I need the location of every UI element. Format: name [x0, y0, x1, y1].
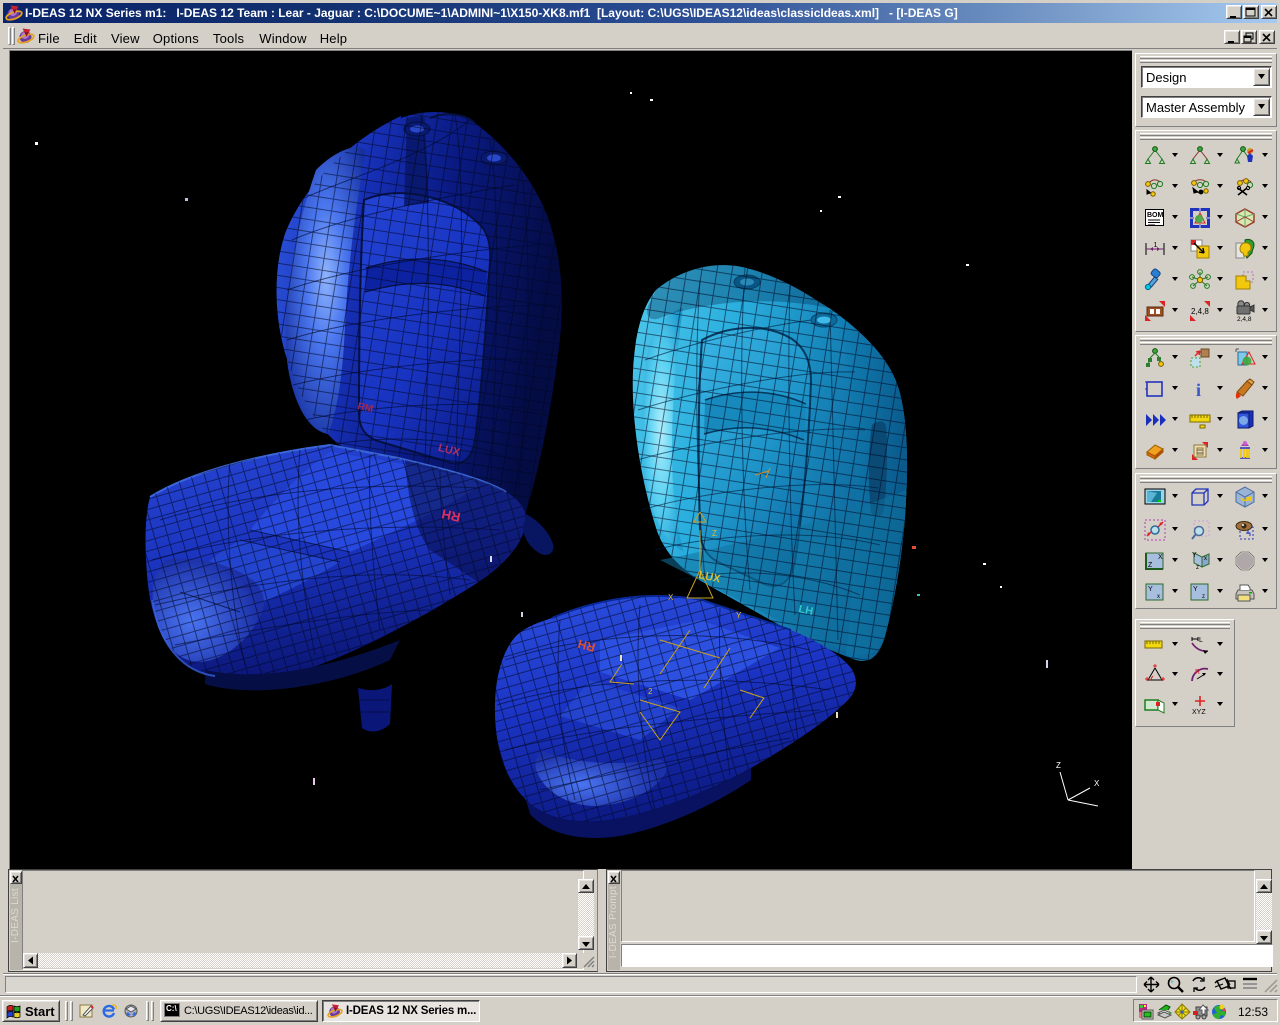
- svg-text:2,4,8: 2,4,8: [1191, 307, 1209, 316]
- svg-text:Y: Y: [1192, 552, 1197, 559]
- svg-text:Y: Y: [736, 611, 742, 620]
- svg-text:BOM: BOM: [1147, 212, 1164, 219]
- svg-text:x: x: [1204, 556, 1207, 562]
- svg-text:Z: Z: [712, 529, 717, 538]
- svg-text:X: X: [668, 593, 674, 602]
- svg-text:2,4,8: 2,4,8: [1237, 316, 1252, 323]
- svg-text:L: L: [1199, 637, 1203, 644]
- svg-text:z: z: [1196, 565, 1199, 571]
- svg-text:Y: Y: [1148, 586, 1153, 593]
- svg-text:Z: Z: [1056, 761, 1061, 770]
- svg-text:X: X: [1158, 554, 1163, 561]
- svg-text:Z: Z: [1148, 562, 1153, 569]
- svg-text:1: 1: [1154, 242, 1158, 249]
- svg-text:R: R: [1195, 669, 1200, 676]
- svg-text:2: 2: [648, 687, 653, 696]
- svg-text:Y: Y: [1193, 586, 1198, 593]
- svg-text:XYZ: XYZ: [1192, 709, 1206, 716]
- svg-text:X: X: [1094, 779, 1100, 788]
- svg-text:x: x: [1157, 594, 1160, 600]
- svg-text:z: z: [1202, 594, 1205, 600]
- svg-text:i: i: [1196, 380, 1201, 400]
